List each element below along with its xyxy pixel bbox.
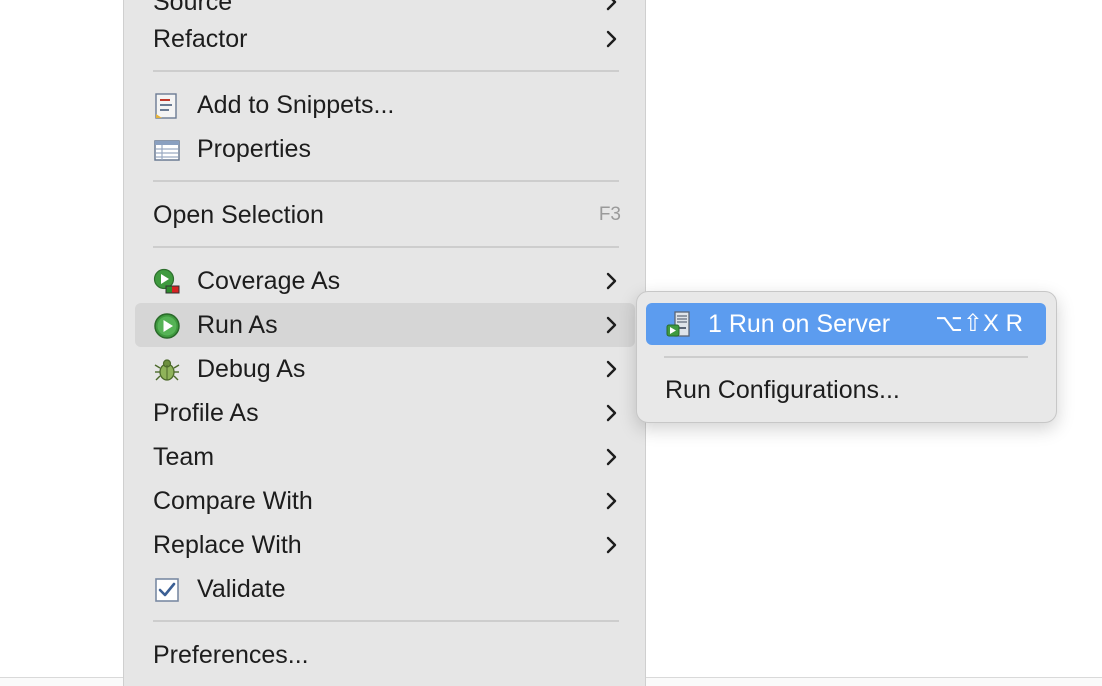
- menu-item-label: Run As: [197, 311, 278, 339]
- chevron-right-icon: [606, 360, 617, 378]
- menu-item-profile-as[interactable]: Profile As: [135, 391, 635, 435]
- submenu-item-label: 1 Run on Server: [708, 310, 891, 338]
- submenu-separator: [664, 356, 1028, 358]
- run-as-submenu: 1 Run on Server ⌥⇧X R Run Configurations…: [636, 291, 1057, 423]
- menu-item-label: Validate: [197, 575, 286, 603]
- chevron-right-icon: [606, 30, 617, 48]
- coverage-icon: [153, 268, 180, 294]
- menu-item-label: Preferences...: [153, 641, 309, 669]
- menu-item-validate[interactable]: Validate: [135, 567, 635, 611]
- menu-item-label: Debug As: [197, 355, 306, 383]
- menu-item-refactor[interactable]: Refactor: [135, 17, 635, 61]
- menu-separator: [153, 246, 619, 248]
- chevron-right-icon: [606, 316, 617, 334]
- desktop-background: Source Refactor Add to Snippets... Prope…: [0, 0, 1102, 686]
- chevron-right-icon: [606, 272, 617, 290]
- menu-item-label: Compare With: [153, 487, 313, 515]
- menu-item-label: Refactor: [153, 25, 248, 53]
- server-icon: [666, 311, 690, 337]
- snippets-icon: [155, 93, 177, 119]
- bug-icon: [154, 359, 180, 381]
- menu-item-run-as[interactable]: Run As: [135, 303, 635, 347]
- shortcut-hint: F3: [598, 204, 621, 225]
- menu-item-label: Properties: [197, 135, 311, 163]
- shortcut-hint: ⌥⇧X R: [935, 310, 1023, 337]
- menu-item-coverage-as[interactable]: Coverage As: [135, 259, 635, 303]
- chevron-right-icon: [606, 404, 617, 422]
- menu-item-preferences[interactable]: Preferences...: [135, 633, 635, 677]
- menu-item-label: Add to Snippets...: [197, 91, 395, 119]
- menu-item-replace-with[interactable]: Replace With: [135, 523, 635, 567]
- submenu-item-run-configurations[interactable]: Run Configurations...: [646, 369, 1046, 411]
- menu-item-add-to-snippets[interactable]: Add to Snippets...: [135, 83, 635, 127]
- submenu-item-run-on-server[interactable]: 1 Run on Server ⌥⇧X R: [646, 303, 1046, 345]
- menu-item-team[interactable]: Team: [135, 435, 635, 479]
- menu-separator: [153, 180, 619, 182]
- context-menu: Source Refactor Add to Snippets... Prope…: [123, 0, 646, 686]
- menu-item-label: Replace With: [153, 531, 302, 559]
- chevron-right-icon: [606, 448, 617, 466]
- menu-item-label: Team: [153, 443, 215, 471]
- chevron-right-icon: [606, 492, 617, 510]
- chevron-right-icon: [606, 536, 617, 554]
- menu-item-debug-as[interactable]: Debug As: [135, 347, 635, 391]
- menu-item-label: Profile As: [153, 399, 259, 427]
- chevron-right-icon: [606, 0, 617, 11]
- properties-icon: [154, 140, 180, 161]
- run-icon: [154, 313, 180, 339]
- menu-item-label: Open Selection: [153, 201, 324, 229]
- menu-item-open-selection[interactable]: Open Selection F3: [135, 193, 635, 237]
- menu-separator: [153, 620, 619, 622]
- menu-item-properties[interactable]: Properties: [135, 127, 635, 171]
- submenu-item-label: Run Configurations...: [665, 376, 900, 404]
- menu-item-compare-with[interactable]: Compare With: [135, 479, 635, 523]
- checkbox-icon: [155, 578, 179, 602]
- menu-item-label: Coverage As: [197, 267, 341, 295]
- menu-separator: [153, 70, 619, 72]
